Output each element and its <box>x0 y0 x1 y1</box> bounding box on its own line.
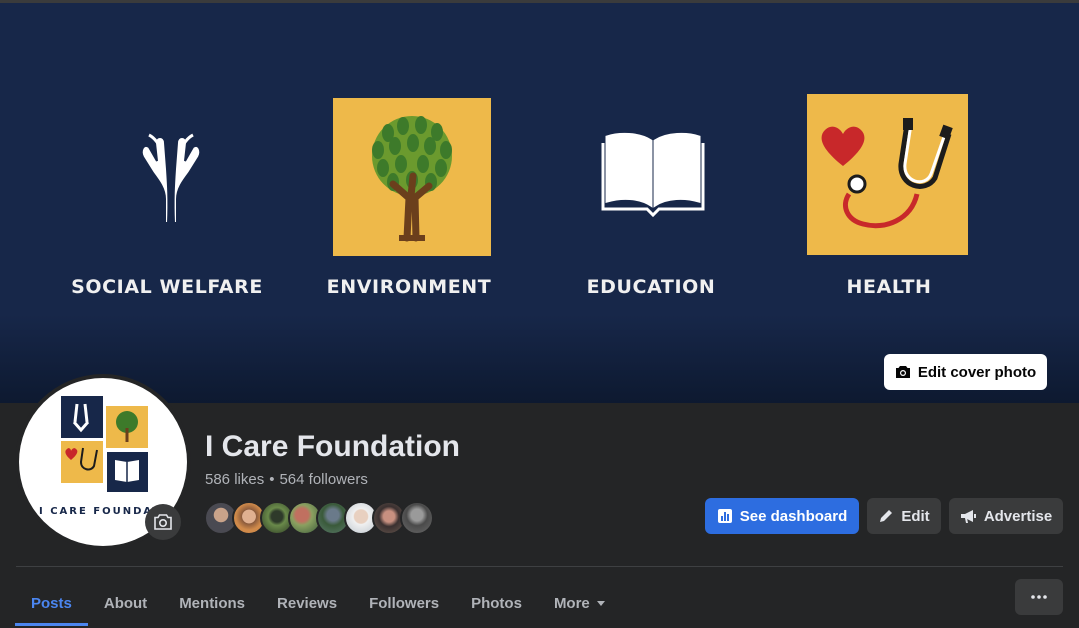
header-divider <box>16 566 1063 567</box>
tree-icon <box>372 116 452 242</box>
category-label-social-welfare: SOCIAL WELFARE <box>71 276 263 298</box>
more-options-button[interactable] <box>1015 579 1063 615</box>
avatar-camera-button[interactable] <box>145 504 181 540</box>
category-label-education: EDUCATION <box>586 276 716 298</box>
category-label-environment: ENVIRONMENT <box>326 276 492 298</box>
tab-label: Posts <box>31 595 72 612</box>
health-tile <box>807 94 968 255</box>
tab-about[interactable]: About <box>88 579 163 628</box>
page-stats: 586 likes • 564 followers <box>205 471 368 488</box>
pencil-icon <box>880 510 893 522</box>
tab-more[interactable]: More <box>538 579 622 628</box>
tab-followers[interactable]: Followers <box>353 579 455 628</box>
tab-label: Photos <box>471 595 522 612</box>
edit-label: Edit <box>901 507 930 525</box>
category-label-health: HEALTH <box>846 276 932 298</box>
tab-label: About <box>103 595 148 612</box>
likes-count[interactable]: 586 likes <box>205 471 264 488</box>
follower-avatar[interactable] <box>400 501 434 535</box>
page-title[interactable]: I Care Foundation <box>205 430 460 464</box>
open-book-icon <box>601 132 705 218</box>
dashboard-icon <box>717 509 732 523</box>
caret-down-icon <box>596 600 605 606</box>
page-tabs: Posts About Mentions Reviews Followers P… <box>15 579 622 628</box>
tab-posts[interactable]: Posts <box>15 579 88 628</box>
edit-button[interactable]: Edit <box>867 498 941 534</box>
advertise-button[interactable]: Advertise <box>949 498 1063 534</box>
stats-separator: • <box>269 471 275 488</box>
stethoscope-heart-icon <box>821 118 953 229</box>
praying-hands-icon <box>140 133 202 224</box>
tab-reviews[interactable]: Reviews <box>261 579 353 628</box>
tab-label: Reviews <box>277 595 338 612</box>
ellipsis-icon <box>1031 595 1047 599</box>
tab-label: Followers <box>369 595 440 612</box>
cover-photo: SOCIAL WELFARE ENVIRONMENT EDUCATION HEA… <box>0 0 1079 403</box>
tab-label: More <box>553 595 590 612</box>
megaphone-icon <box>960 509 976 523</box>
tab-photos[interactable]: Photos <box>455 579 538 628</box>
edit-cover-photo-label: Edit cover photo <box>917 363 1037 381</box>
environment-tile <box>333 98 491 256</box>
see-dashboard-label: See dashboard <box>739 507 848 525</box>
advertise-label: Advertise <box>983 507 1053 525</box>
see-dashboard-button[interactable]: See dashboard <box>705 498 859 534</box>
follower-avatars <box>204 501 439 535</box>
camera-icon <box>154 514 172 530</box>
edit-cover-photo-button[interactable]: Edit cover photo <box>884 354 1047 390</box>
followers-count[interactable]: 564 followers <box>279 471 367 488</box>
camera-icon <box>895 366 910 378</box>
tab-mentions[interactable]: Mentions <box>163 579 261 628</box>
tab-label: Mentions <box>179 595 246 612</box>
